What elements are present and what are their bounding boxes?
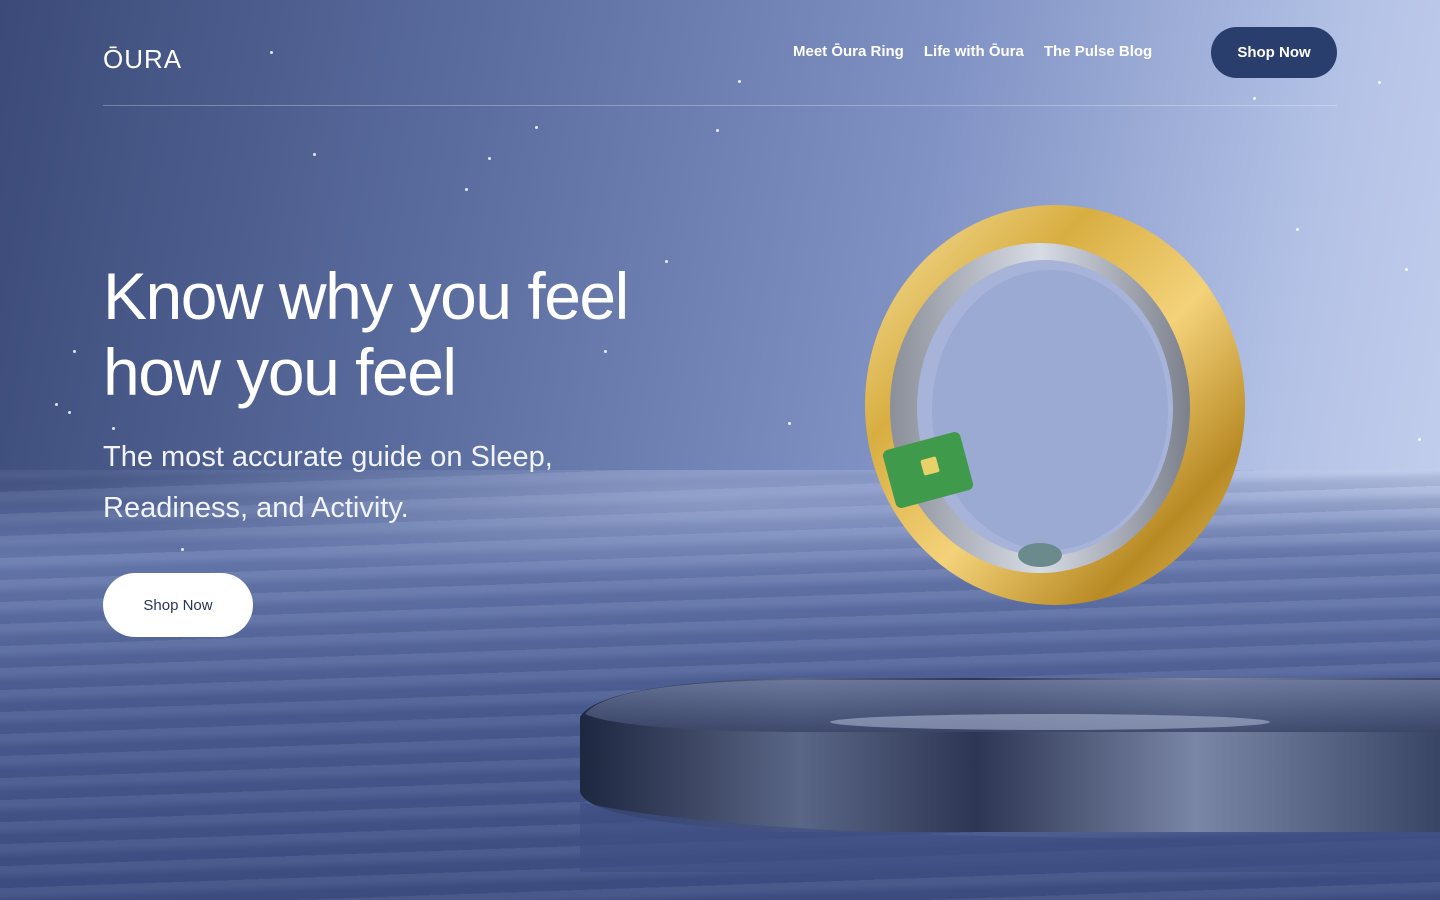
hero-subtitle-line-1: The most accurate guide on Sleep, — [103, 441, 553, 473]
pedestal-image — [580, 678, 1440, 872]
nav-link-pulse-blog[interactable]: The Pulse Blog — [1044, 42, 1152, 62]
oura-ring-image — [865, 205, 1245, 605]
oura-logo[interactable]: ŌURA — [103, 44, 182, 75]
hero-title: Know why you feel how you feel — [103, 258, 723, 410]
nav-link-life-with-oura[interactable]: Life with Ōura — [924, 42, 1024, 62]
hero-title-line-2: how you feel — [103, 335, 457, 409]
hero-title-line-1: Know why you feel — [103, 259, 629, 333]
header-shop-now-button[interactable]: Shop Now — [1211, 27, 1337, 78]
hero-subtitle: The most accurate guide on Sleep, Readin… — [103, 432, 623, 534]
nav-link-meet-oura-ring[interactable]: Meet Ōura Ring — [793, 42, 904, 62]
header-divider — [103, 105, 1337, 106]
hero-subtitle-line-2: Readiness, and Activity. — [103, 492, 409, 524]
hero-shop-now-button[interactable]: Shop Now — [103, 573, 253, 637]
main-nav: Meet Ōura Ring Life with Ōura The Pulse … — [793, 42, 1152, 62]
